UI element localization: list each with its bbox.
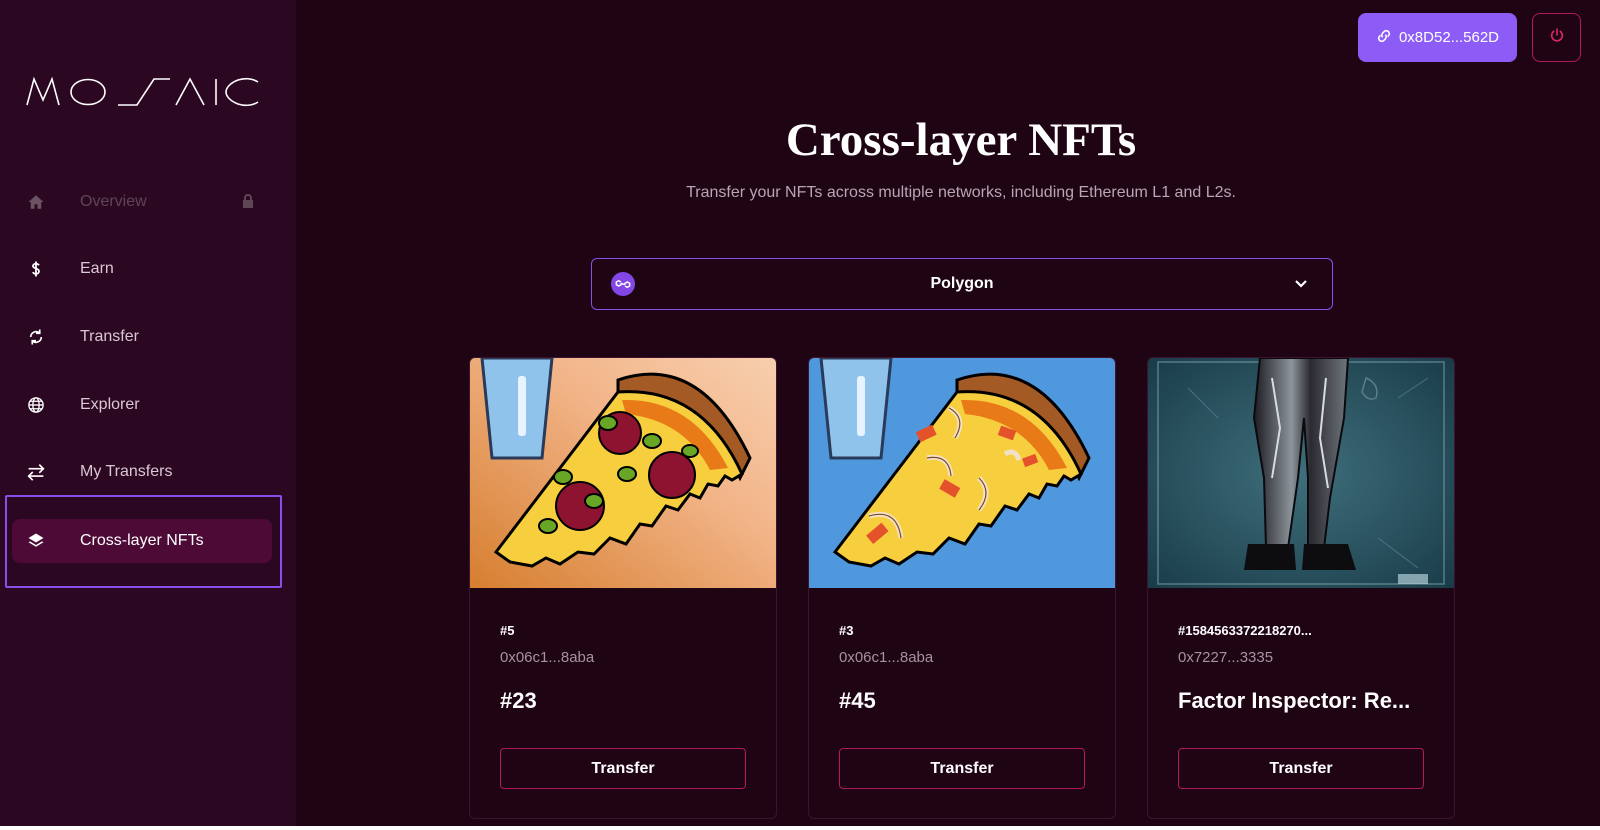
sidebar-item-earn[interactable]: Earn: [12, 247, 272, 291]
nft-token-id: #5: [500, 623, 515, 638]
sidebar-item-my-transfers[interactable]: My Transfers: [12, 450, 272, 494]
nft-token-id: #1584563372218270...: [1178, 623, 1312, 638]
nft-card: #5 0x06c1...8aba #23 Transfer: [469, 357, 777, 819]
home-icon: [26, 192, 46, 212]
page-title: Cross-layer NFTs: [785, 114, 1137, 166]
mosaic-logo[interactable]: [26, 76, 260, 108]
network-select[interactable]: Polygon: [591, 258, 1333, 310]
dollar-icon: [26, 259, 46, 279]
transfer-button[interactable]: Transfer: [1178, 748, 1424, 789]
swap-arrows-icon: [26, 462, 46, 482]
sidebar: Overview Earn Transfer Explorer My Trans…: [0, 0, 296, 826]
sidebar-item-transfer[interactable]: Transfer: [12, 315, 272, 359]
nft-token-id: #3: [839, 623, 854, 638]
nft-image-pizza-onion[interactable]: [809, 358, 1115, 588]
page-subtitle: Transfer your NFTs across multiple netwo…: [686, 184, 1236, 201]
nft-name: Factor Inspector: Re...: [1178, 688, 1411, 713]
globe-icon: [26, 395, 46, 415]
sidebar-item-label: Transfer: [80, 328, 139, 345]
sidebar-item-label: Earn: [80, 260, 114, 277]
sidebar-item-explorer[interactable]: Explorer: [12, 383, 272, 427]
sidebar-item-overview[interactable]: Overview: [12, 180, 272, 224]
power-icon: [1549, 27, 1565, 48]
chevron-down-icon: [1294, 277, 1308, 296]
app-window: Overview Earn Transfer Explorer My Trans…: [0, 0, 1600, 826]
sidebar-item-cross-layer-nfts[interactable]: Cross-layer NFTs: [12, 519, 272, 563]
link-icon: [1376, 28, 1392, 48]
nft-name: #45: [839, 688, 876, 713]
nft-image-pizza-pepperoni[interactable]: [470, 358, 776, 588]
nft-name: #23: [500, 688, 537, 713]
sidebar-item-label: Overview: [80, 193, 147, 210]
nft-contract-address: 0x7227...3335: [1178, 649, 1274, 666]
lock-icon: [241, 193, 255, 214]
transfer-button[interactable]: Transfer: [839, 748, 1085, 789]
disconnect-button[interactable]: [1532, 13, 1581, 62]
nft-image-character[interactable]: [1148, 358, 1454, 588]
sidebar-item-label: Explorer: [80, 396, 140, 413]
nft-card: #3 0x06c1...8aba #45 Transfer: [808, 357, 1116, 819]
layers-icon: [26, 531, 46, 551]
nft-contract-address: 0x06c1...8aba: [500, 649, 595, 666]
sidebar-item-label: Cross-layer NFTs: [80, 532, 204, 549]
wallet-address: 0x8D52...562D: [1398, 29, 1500, 46]
nft-card: #1584563372218270... 0x7227...3335 Facto…: [1147, 357, 1455, 819]
network-select-value: Polygon: [930, 275, 994, 292]
nft-contract-address: 0x06c1...8aba: [839, 649, 934, 666]
wallet-address-button[interactable]: 0x8D52...562D: [1358, 13, 1517, 62]
sidebar-item-label: My Transfers: [80, 463, 173, 480]
transfer-button[interactable]: Transfer: [500, 748, 746, 789]
refresh-icon: [26, 327, 46, 347]
